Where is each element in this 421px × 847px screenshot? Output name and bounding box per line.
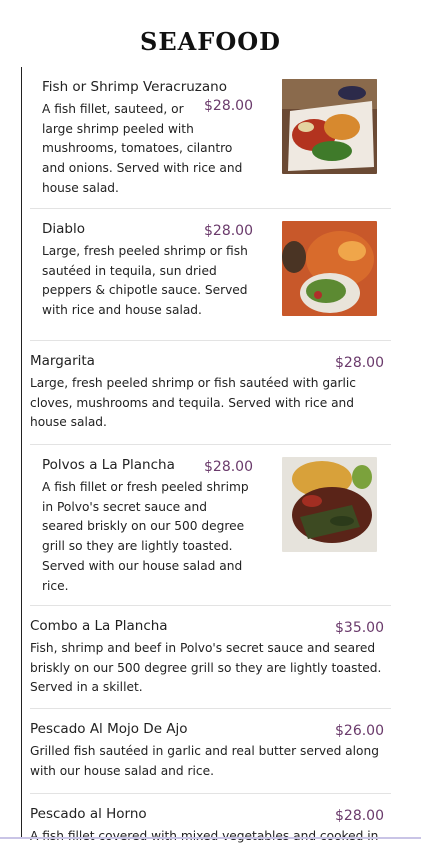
desc-line: Large, fresh peeled shrimp or fish sauté… bbox=[30, 376, 357, 390]
desc-line: Grilled fish sautéed in garlic and real … bbox=[30, 744, 379, 758]
desc-line: with our house salad and rice. bbox=[30, 763, 214, 778]
diablo-dish-photo[interactable] bbox=[282, 221, 377, 316]
item-price: $28.00 bbox=[204, 459, 253, 475]
item-description: A fish fillet, sauteed, or large shrimp … bbox=[42, 100, 242, 199]
item-name[interactable]: Margarita bbox=[30, 353, 95, 369]
item-price: $26.00 bbox=[335, 723, 384, 739]
item-price: $35.00 bbox=[335, 620, 384, 636]
desc-line: cloves, mushrooms and tequila. Served wi… bbox=[30, 395, 354, 410]
desc-line: Served with our house salad and bbox=[42, 558, 243, 573]
desc-line: Large, fresh peeled shrimp or fish bbox=[42, 244, 248, 258]
item-description: Large, fresh peeled shrimp or fish sauté… bbox=[42, 242, 248, 321]
item-separator bbox=[30, 793, 391, 794]
desc-line: Served in a skillet. bbox=[30, 680, 143, 695]
item-description: A fish fillet or fresh peeled shrimp in … bbox=[42, 478, 249, 596]
desc-line: large shrimp peeled with bbox=[42, 121, 194, 136]
desc-line: in Polvo's secret sauce and bbox=[42, 499, 207, 514]
item-description: Large, fresh peeled shrimp or fish sauté… bbox=[30, 374, 356, 433]
item-description: Fish, shrimp and beef in Polvo's secret … bbox=[30, 639, 381, 698]
desc-line: and onions. Served with rice and bbox=[42, 161, 243, 176]
item-name[interactable]: Diablo bbox=[42, 221, 85, 237]
item-separator bbox=[30, 208, 391, 209]
desc-line: Fish, shrimp and beef in Polvo's secret … bbox=[30, 641, 376, 655]
section-title: SEAFOOD bbox=[140, 27, 281, 56]
item-description: Grilled fish sautéed in garlic and real … bbox=[30, 742, 379, 781]
desc-line: seared briskly on our 500 degree bbox=[42, 519, 245, 534]
item-price: $28.00 bbox=[204, 223, 253, 239]
desc-line: rice. bbox=[42, 578, 69, 593]
item-name[interactable]: Pescado al Horno bbox=[30, 806, 147, 822]
desc-line: A fish fillet or fresh peeled shrimp bbox=[42, 480, 249, 494]
desc-line: briskly on our 500 degree grill so they … bbox=[30, 660, 382, 675]
item-name[interactable]: Polvos a La Plancha bbox=[42, 457, 175, 473]
item-name[interactable]: Pescado Al Mojo De Ajo bbox=[30, 721, 188, 737]
desc-line: house salad. bbox=[42, 180, 119, 195]
desc-line: mushrooms, tomatoes, cilantro bbox=[42, 141, 233, 156]
item-name[interactable]: Fish or Shrimp Veracruzano bbox=[42, 79, 227, 95]
item-separator bbox=[30, 444, 391, 445]
desc-line: grill so they are lightly toasted. bbox=[42, 539, 233, 554]
item-name[interactable]: Combo a La Plancha bbox=[30, 618, 168, 634]
item-separator bbox=[30, 708, 391, 709]
desc-line: sautéed in tequila, sun dried bbox=[42, 263, 217, 278]
item-price: $28.00 bbox=[335, 808, 384, 824]
section-left-rule bbox=[21, 67, 22, 839]
desc-line: peppers & chipotle sauce. Served bbox=[42, 283, 248, 298]
item-price: $28.00 bbox=[335, 355, 384, 371]
item-separator bbox=[30, 605, 391, 606]
desc-line: with rice and house salad. bbox=[42, 303, 202, 318]
desc-line: house salad. bbox=[30, 415, 107, 430]
desc-line: A fish fillet, sauteed, or bbox=[42, 102, 184, 116]
veracruzano-dish-photo[interactable] bbox=[282, 79, 377, 174]
item-separator bbox=[30, 340, 391, 341]
plancha-dish-photo[interactable] bbox=[282, 457, 377, 552]
